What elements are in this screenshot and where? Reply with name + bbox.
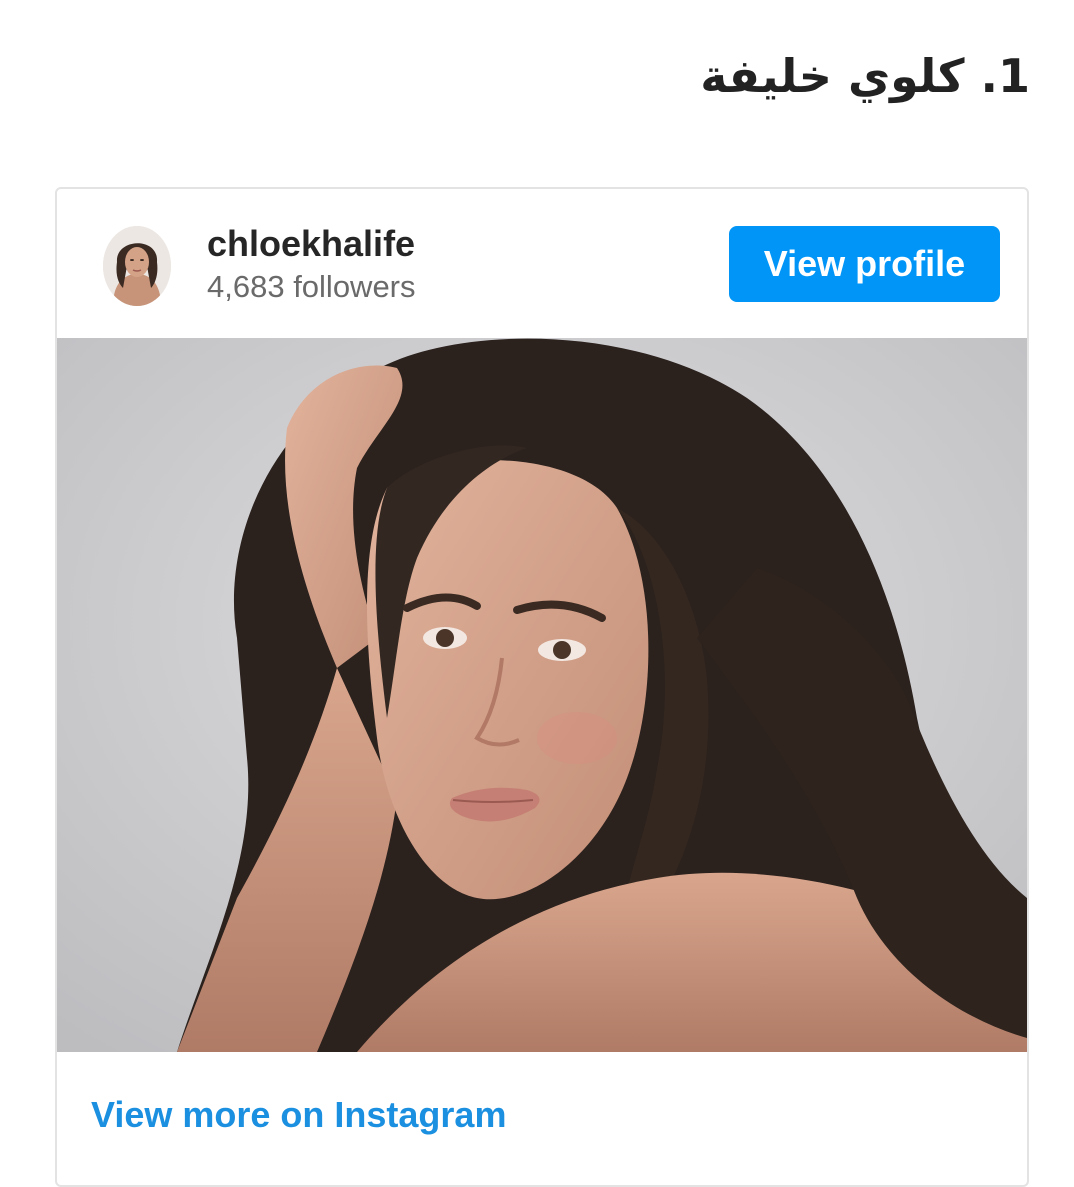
username[interactable]: chloekhalife [207,223,415,265]
followers-count: 4,683 followers [207,269,416,304]
view-profile-button[interactable]: View profile [729,226,1000,302]
portrait-photo [57,338,1027,1052]
post-image[interactable] [57,338,1027,1052]
article-heading: 1. كلوي خليفة [700,49,1030,103]
instagram-embed-card: chloekhalife 4,683 followers View profil… [55,187,1029,1187]
view-more-on-instagram-link[interactable]: View more on Instagram [91,1094,506,1136]
embed-header: chloekhalife 4,683 followers View profil… [57,189,1027,340]
avatar[interactable] [103,226,171,306]
avatar-photo [103,226,171,306]
